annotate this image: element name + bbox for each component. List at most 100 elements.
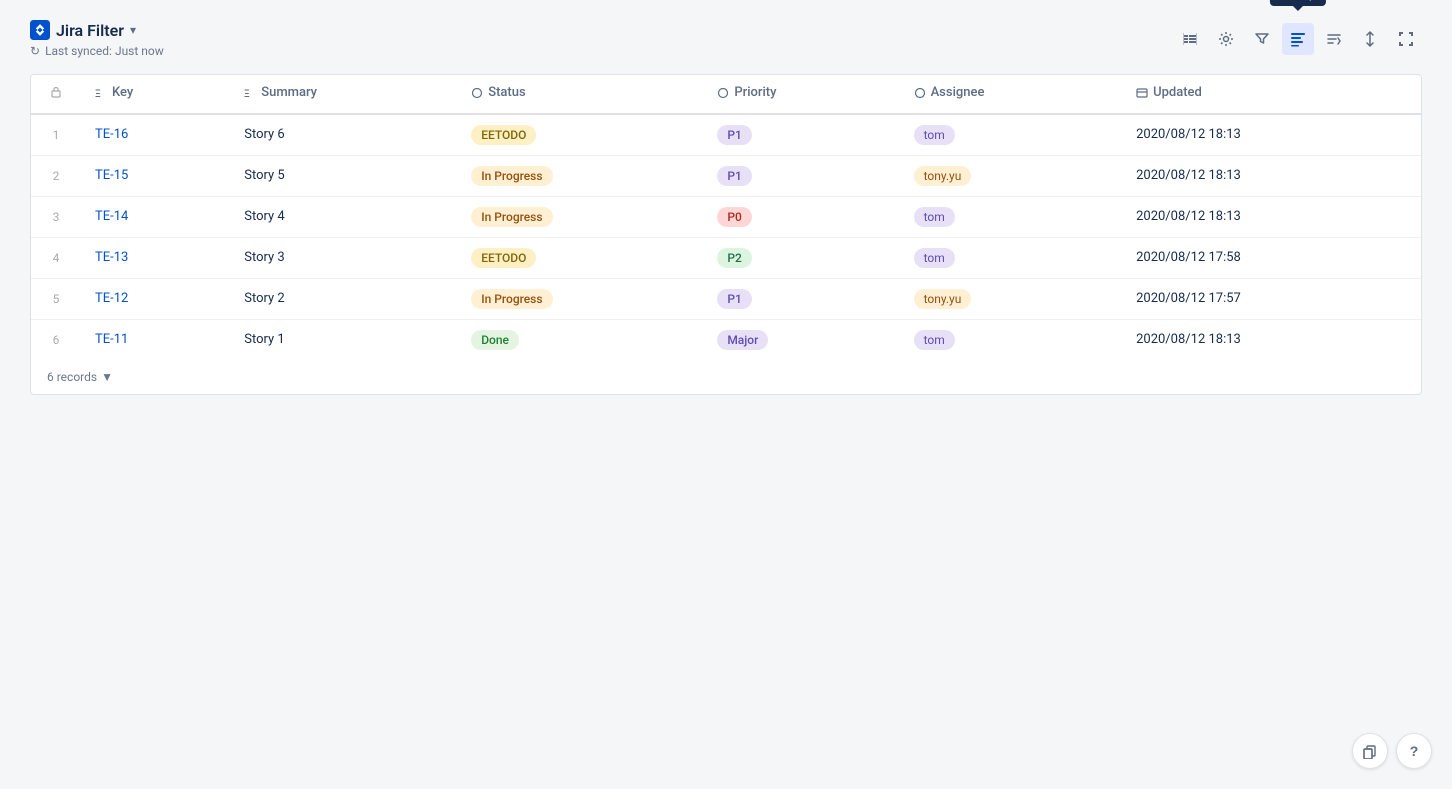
filter-button[interactable] (1246, 23, 1278, 55)
row-status: Done (457, 319, 703, 360)
row-key[interactable]: TE-15 (81, 155, 230, 196)
row-priority: P2 (703, 237, 899, 278)
key-col-icon: Ξ (95, 87, 107, 99)
header: Jira Filter ▾ ↻ Last synced: Just now (30, 20, 1422, 58)
main-container: Jira Filter ▾ ↻ Last synced: Just now (0, 0, 1452, 415)
key-link[interactable]: TE-16 (95, 127, 128, 142)
priority-badge: P1 (717, 125, 751, 145)
row-num: 1 (31, 114, 81, 156)
fullscreen-icon (1398, 31, 1414, 47)
row-key[interactable]: TE-12 (81, 278, 230, 319)
title-dropdown[interactable]: ▾ (130, 23, 136, 37)
assignee-badge: tom (914, 248, 955, 268)
priority-badge: P2 (717, 248, 751, 268)
row-assignee: tony.yu (900, 155, 1123, 196)
settings-icon (1218, 31, 1234, 47)
row-assignee: tony.yu (900, 278, 1123, 319)
row-updated: 2020/08/12 18:13 (1122, 114, 1421, 156)
assignee-badge: tony.yu (914, 166, 972, 186)
row-priority: P1 (703, 114, 899, 156)
row-assignee: tom (900, 196, 1123, 237)
status-badge: In Progress (471, 166, 552, 186)
sync-row: ↻ Last synced: Just now (30, 44, 164, 58)
group-icon (1290, 31, 1306, 47)
row-key[interactable]: TE-16 (81, 114, 230, 156)
row-summary: Story 3 (230, 237, 457, 278)
sort-button[interactable] (1318, 23, 1350, 55)
row-height-button[interactable] (1354, 23, 1386, 55)
lock-icon (50, 86, 62, 98)
table-row: 4 TE-13 Story 3EETODO P2 tom 2020/08/12 17:58 (31, 237, 1421, 278)
row-updated: 2020/08/12 18:13 (1122, 155, 1421, 196)
copy-button[interactable] (1352, 733, 1388, 769)
row-num: 3 (31, 196, 81, 237)
filter-icon (1254, 31, 1270, 47)
title-row: Jira Filter ▾ (30, 20, 164, 40)
row-status: EETODO (457, 114, 703, 156)
group-tooltip: Group (1270, 0, 1326, 6)
key-link[interactable]: TE-12 (95, 291, 128, 306)
row-summary: Story 5 (230, 155, 457, 196)
updated-col-icon (1136, 87, 1148, 99)
col-summary-header: Ξ Summary (230, 75, 457, 114)
row-num: 4 (31, 237, 81, 278)
bottom-right-buttons: ? (1352, 733, 1432, 769)
fullscreen-button[interactable] (1390, 23, 1422, 55)
row-status: EETODO (457, 237, 703, 278)
row-updated: 2020/08/12 18:13 (1122, 196, 1421, 237)
table-body: 1TE-16Story 6EETODOP1tom2020/08/12 18:13… (31, 114, 1421, 360)
fields-button[interactable] (1174, 23, 1206, 55)
row-updated: 2020/08/12 17:58 (1122, 237, 1421, 278)
row-status: In Progress (457, 278, 703, 319)
fields-icon (1182, 31, 1198, 47)
row-height-icon (1362, 31, 1378, 47)
col-key-header: Ξ Key (81, 75, 230, 114)
data-table: Ξ Key Ξ Summary Status (31, 75, 1421, 360)
status-col-icon (471, 87, 483, 99)
row-key[interactable]: TE-13 (81, 237, 230, 278)
row-key[interactable]: TE-11 (81, 319, 230, 360)
records-row: 6 records ▼ (31, 360, 1421, 394)
row-num: 6 (31, 319, 81, 360)
row-priority: P1 (703, 278, 899, 319)
col-updated-header: Updated (1122, 75, 1421, 114)
row-assignee: tom (900, 237, 1123, 278)
group-button[interactable]: Group (1282, 23, 1314, 55)
status-badge: In Progress (471, 289, 552, 309)
row-num: 2 (31, 155, 81, 196)
table-row: 5TE-12Story 2In ProgressP1tony.yu2020/08… (31, 278, 1421, 319)
toolbar: Group (1174, 23, 1422, 55)
row-assignee: tom (900, 319, 1123, 360)
assignee-badge: tom (914, 125, 955, 145)
settings-button[interactable] (1210, 23, 1242, 55)
row-status: In Progress (457, 196, 703, 237)
key-link[interactable]: TE-11 (95, 332, 128, 347)
records-dropdown-icon[interactable]: ▼ (101, 370, 113, 384)
assignee-badge: tom (914, 207, 955, 227)
row-priority: P1 (703, 155, 899, 196)
header-row: Ξ Key Ξ Summary Status (31, 75, 1421, 114)
status-badge: Done (471, 330, 519, 350)
table-header: Ξ Key Ξ Summary Status (31, 75, 1421, 114)
row-summary: Story 1 (230, 319, 457, 360)
row-assignee: tom (900, 114, 1123, 156)
col-lock (31, 75, 81, 114)
table-row: 2 TE-15 Story 5 In Progress P1 tony.yu 2020/08… (31, 155, 1421, 196)
copy-icon (1362, 743, 1378, 759)
summary-col-icon: Ξ (244, 87, 256, 99)
row-num: 5 (31, 278, 81, 319)
row-priority: P0 (703, 196, 899, 237)
status-badge: EETODO (471, 125, 536, 145)
jira-icon (30, 20, 50, 40)
row-summary: Story 4 (230, 196, 457, 237)
row-priority: Major (703, 319, 899, 360)
col-priority-header: Priority (703, 75, 899, 114)
key-link[interactable]: TE-14 (95, 209, 128, 224)
assignee-badge: tony.yu (914, 289, 972, 309)
help-button[interactable]: ? (1396, 733, 1432, 769)
key-link[interactable]: TE-13 (95, 250, 128, 265)
key-link[interactable]: TE-15 (95, 168, 128, 183)
title-area: Jira Filter ▾ ↻ Last synced: Just now (30, 20, 164, 58)
row-key[interactable]: TE-14 (81, 196, 230, 237)
assignee-col-icon (914, 87, 926, 99)
